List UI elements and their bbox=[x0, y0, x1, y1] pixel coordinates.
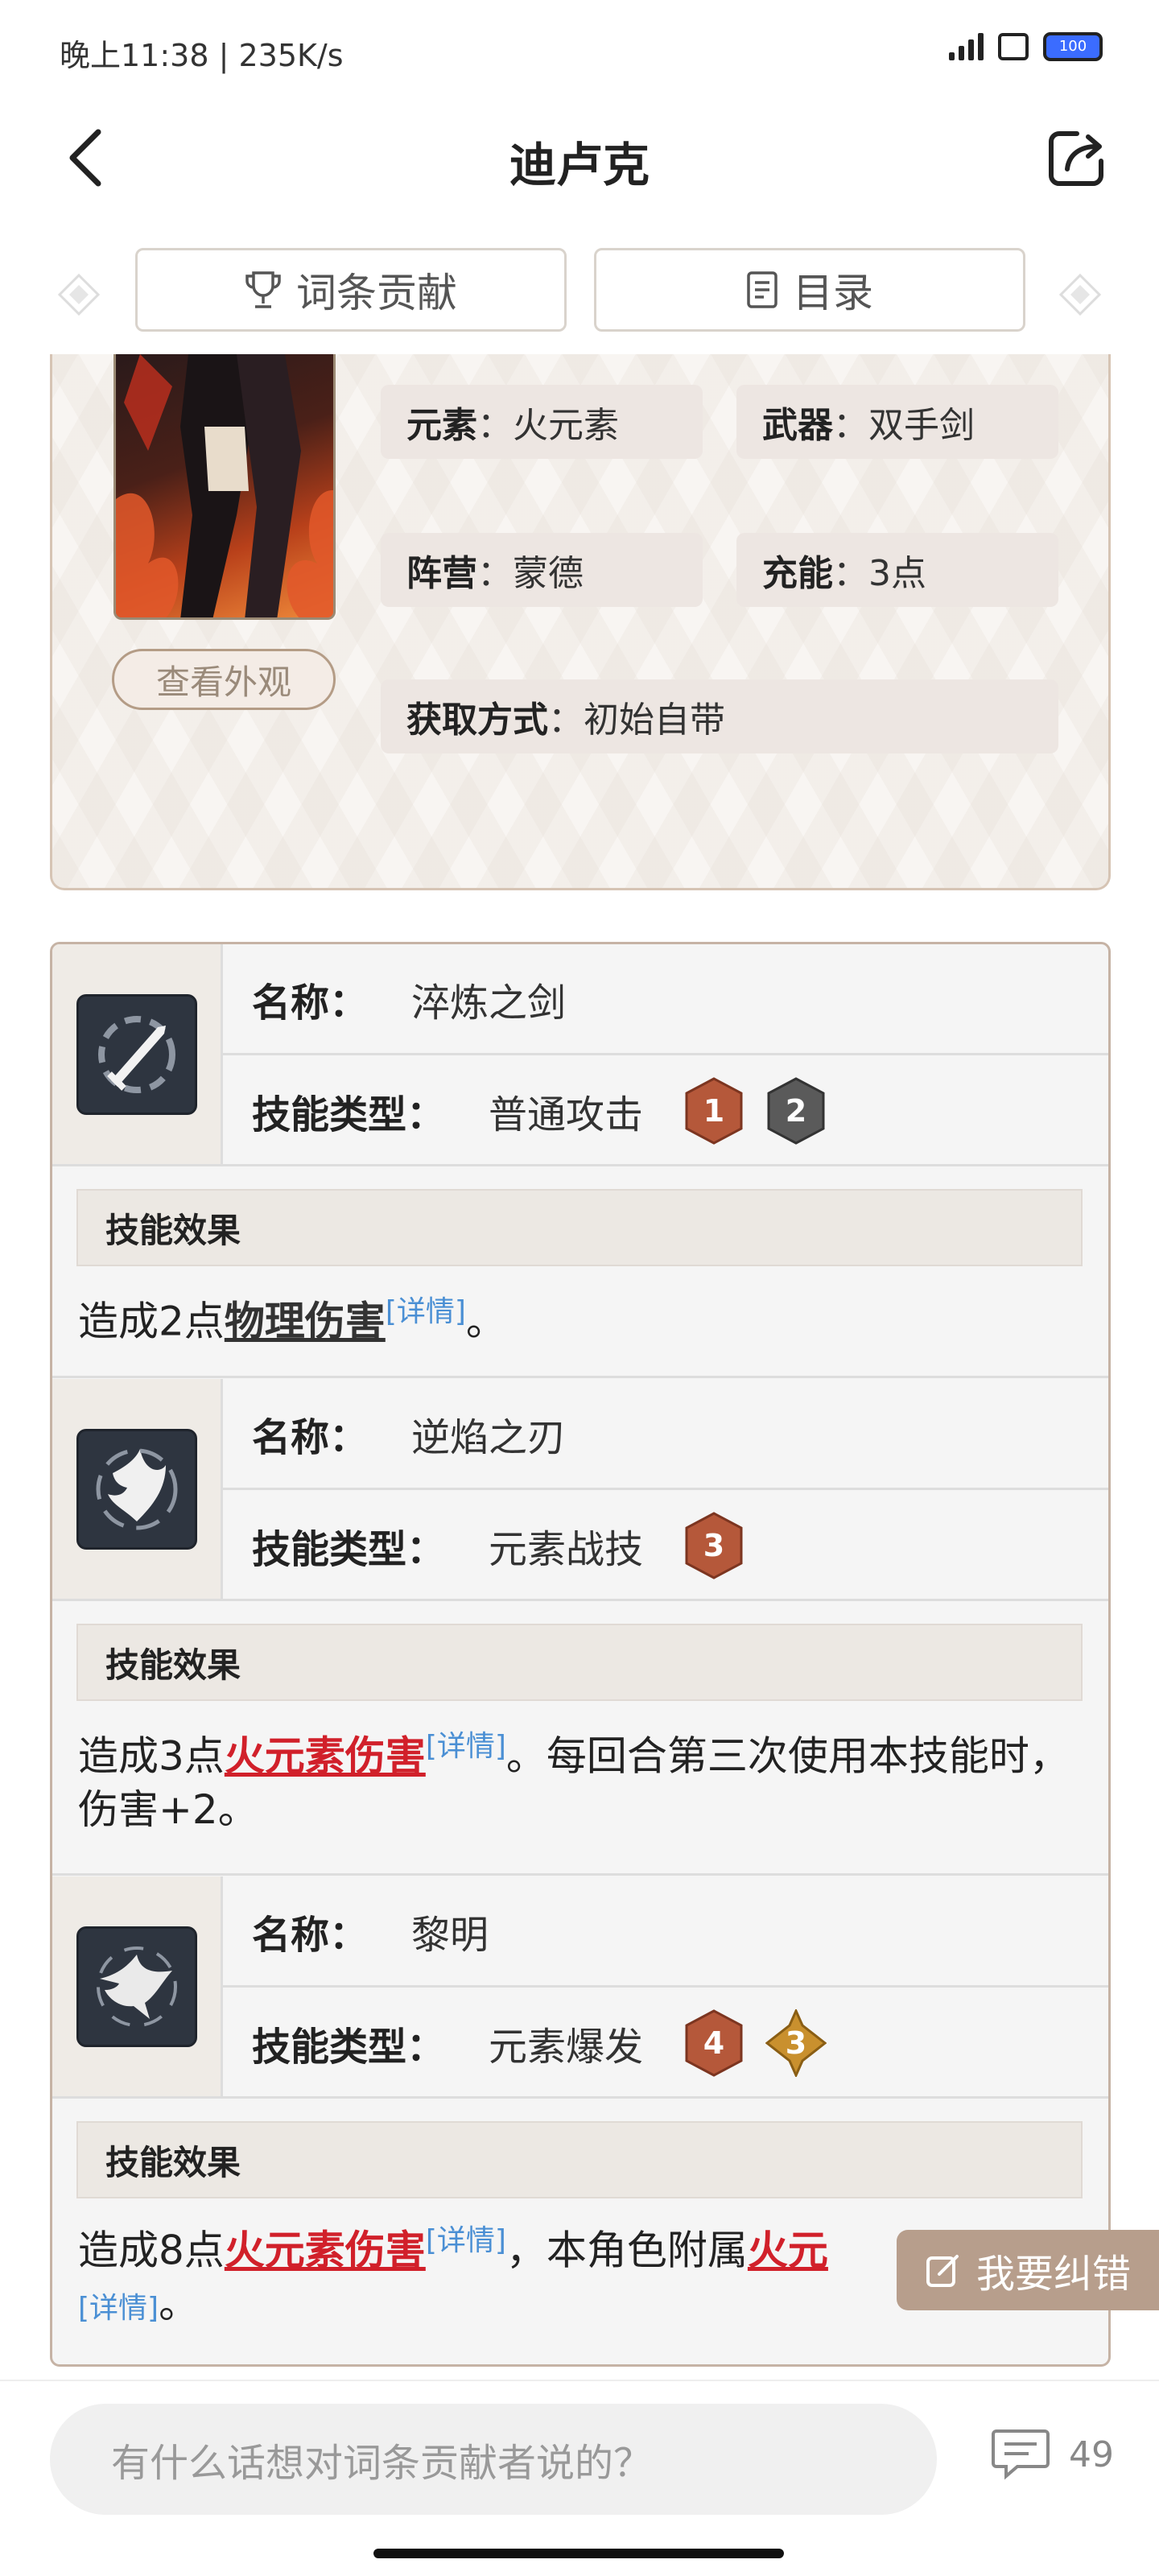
report-error-label: 我要纠错 bbox=[975, 2252, 1131, 2297]
skill-icon-column bbox=[52, 1876, 223, 2096]
skill-name-row: 名称： 逆焰之刃 bbox=[223, 1379, 1108, 1490]
wifi-icon bbox=[998, 33, 1029, 60]
battery-icon: 100 bbox=[1043, 32, 1103, 61]
skill-effect-label: 技能效果 bbox=[76, 2121, 1083, 2198]
skill-name: 黎明 bbox=[411, 1912, 489, 1958]
app-header: 迪卢克 bbox=[0, 97, 1159, 217]
cost-badge: 4 bbox=[683, 2009, 744, 2077]
attr-element: 元素：火元素 bbox=[381, 385, 703, 459]
divider bbox=[52, 1376, 1108, 1378]
detail-link[interactable]: [详情] bbox=[386, 1295, 466, 1328]
attr-key: 获取方式 bbox=[406, 700, 548, 741]
cost-badge: 3 bbox=[683, 1512, 744, 1579]
attr-value: 初始自带 bbox=[584, 700, 725, 741]
share-icon[interactable] bbox=[1045, 126, 1109, 190]
skill-type-row: 技能类型： 普通攻击 1 2 bbox=[223, 1055, 1108, 1166]
skill-type-key: 技能类型： bbox=[252, 1527, 446, 1572]
skill-type-key: 技能类型： bbox=[252, 2025, 446, 2070]
trophy-icon bbox=[245, 271, 281, 308]
pyro-infusion-link[interactable]: 火元 bbox=[748, 2227, 828, 2274]
skill-icon-column bbox=[52, 1379, 223, 1599]
attr-value: 3点 bbox=[868, 553, 926, 594]
skill-name: 淬炼之剑 bbox=[411, 980, 567, 1026]
tab-contribution-label: 词条贡献 bbox=[296, 270, 457, 316]
skill-icon-column bbox=[52, 944, 223, 1164]
attr-key: 元素 bbox=[406, 405, 477, 446]
skill-header: 名称： 淬炼之剑 技能类型： 普通攻击 1 2 bbox=[52, 944, 1108, 1166]
pyro-damage-link[interactable]: 火元素伤害 bbox=[225, 2227, 426, 2274]
skill-name-row: 名称： 黎明 bbox=[223, 1876, 1108, 1988]
sword-skill-icon bbox=[76, 993, 197, 1115]
cost-badge: 2 bbox=[765, 1077, 827, 1145]
pyro-damage-link[interactable]: 火元素伤害 bbox=[225, 1733, 426, 1780]
attr-faction: 阵营：蒙德 bbox=[381, 533, 703, 607]
divider bbox=[52, 1873, 1108, 1876]
detail-link[interactable]: [详情] bbox=[426, 2224, 506, 2257]
skill-name-key: 名称： bbox=[252, 1912, 369, 1958]
home-indicator[interactable] bbox=[373, 2549, 784, 2558]
skill-effect-text: 造成3点火元素伤害[详情]。每回合第三次使用本技能时，伤害+2。 bbox=[78, 1730, 1070, 1833]
skill-header: 名称： 黎明 技能类型： 元素爆发 4 3 bbox=[52, 1876, 1108, 2099]
attr-value: 火元素 bbox=[513, 405, 619, 446]
flame-blade-skill-icon bbox=[76, 1428, 197, 1550]
character-portrait[interactable] bbox=[113, 354, 336, 620]
view-appearance-button[interactable]: 查看外观 bbox=[112, 649, 336, 710]
tab-contents[interactable]: 目录 bbox=[594, 248, 1025, 332]
character-info-card: 查看外观 元素：火元素 武器：双手剑 阵营：蒙德 充能： 3点 获取方式：初始自带 bbox=[50, 354, 1111, 890]
attr-key: 充能 bbox=[762, 553, 833, 594]
report-error-button[interactable]: 我要纠错 bbox=[897, 2230, 1159, 2310]
status-time: 晚上11:38 | 235K/s bbox=[60, 38, 344, 73]
attr-obtain: 获取方式：初始自带 bbox=[381, 679, 1058, 753]
skill-name-key: 名称： bbox=[252, 980, 369, 1026]
phoenix-skill-icon bbox=[76, 1926, 197, 2047]
comment-bar: 有什么话想对词条贡献者说的？ 49 bbox=[0, 2380, 1159, 2576]
skill-name-key: 名称： bbox=[252, 1414, 369, 1460]
tab-contribution[interactable]: 词条贡献 bbox=[135, 248, 567, 332]
character-art-icon bbox=[116, 354, 333, 617]
comment-placeholder: 有什么话想对词条贡献者说的？ bbox=[111, 2441, 653, 2486]
signal-icon bbox=[949, 33, 984, 60]
attr-value: 双手剑 bbox=[868, 405, 975, 446]
skill-name: 逆焰之刃 bbox=[411, 1414, 567, 1460]
skill-effect-label: 技能效果 bbox=[76, 1189, 1083, 1266]
skill-type-row: 技能类型： 元素战技 3 bbox=[223, 1490, 1108, 1601]
skill-type: 元素战技 bbox=[489, 1527, 644, 1572]
physical-damage-link[interactable]: 物理伤害 bbox=[225, 1298, 386, 1345]
diamond-ornament-icon bbox=[1058, 273, 1102, 316]
skill-effect-text: 造成2点物理伤害[详情]。 bbox=[78, 1295, 506, 1345]
attr-weapon: 武器：双手剑 bbox=[736, 385, 1058, 459]
battery-level: 100 bbox=[1058, 38, 1087, 55]
edit-icon bbox=[926, 2255, 959, 2287]
skill-type: 元素爆发 bbox=[489, 2025, 644, 2070]
page-title: 迪卢克 bbox=[509, 138, 650, 192]
attr-key: 阵营 bbox=[406, 553, 477, 594]
attr-energy: 充能： 3点 bbox=[736, 533, 1058, 607]
attr-value: 蒙德 bbox=[513, 553, 584, 594]
diamond-ornament-icon bbox=[57, 273, 101, 316]
skill-type-row: 技能类型： 元素爆发 4 3 bbox=[223, 1988, 1108, 2099]
skill-name-row: 名称： 淬炼之剑 bbox=[223, 944, 1108, 1055]
status-bar: 晚上11:38 | 235K/s 100 bbox=[0, 0, 1159, 97]
tab-contents-label: 目录 bbox=[793, 270, 873, 316]
skill-type: 普通攻击 bbox=[489, 1092, 644, 1137]
detail-link[interactable]: [详情] bbox=[78, 2292, 159, 2325]
comment-icon bbox=[992, 2429, 1050, 2480]
tab-bar: 词条贡献 目录 bbox=[0, 242, 1159, 338]
attr-key: 武器 bbox=[762, 405, 833, 446]
comment-count: 49 bbox=[1069, 2434, 1114, 2475]
skill-effect-label: 技能效果 bbox=[76, 1624, 1083, 1701]
status-icons: 100 bbox=[949, 32, 1103, 61]
cost-badge: 1 bbox=[683, 1077, 744, 1145]
comment-count-button[interactable]: 49 bbox=[990, 2426, 1114, 2483]
document-icon bbox=[747, 271, 777, 308]
energy-cost-badge: 3 bbox=[765, 2009, 827, 2077]
skills-panel: 名称： 淬炼之剑 技能类型： 普通攻击 1 2 技能效果 造成2点物理伤害[详情]。… bbox=[50, 942, 1111, 2367]
detail-link[interactable]: [详情] bbox=[426, 1730, 506, 1763]
skill-header: 名称： 逆焰之刃 技能类型： 元素战技 3 bbox=[52, 1379, 1108, 1601]
comment-input[interactable]: 有什么话想对词条贡献者说的？ bbox=[50, 2404, 937, 2515]
skill-type-key: 技能类型： bbox=[252, 1092, 446, 1137]
